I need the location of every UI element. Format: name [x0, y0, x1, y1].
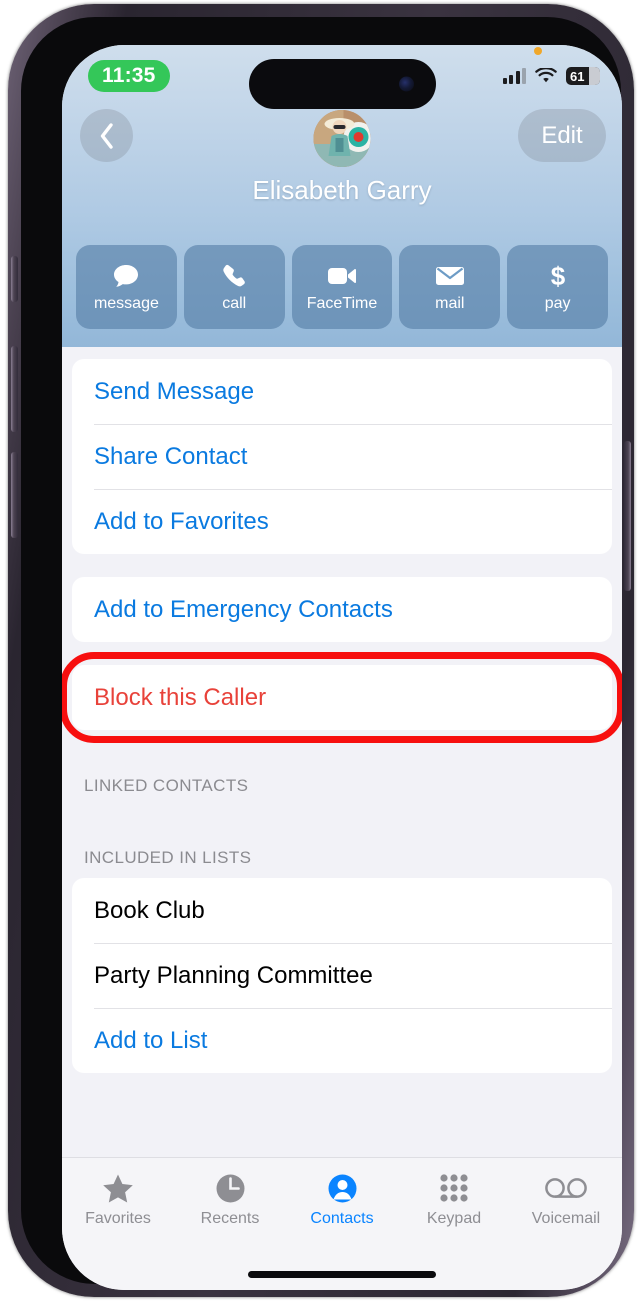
tab-keypad-label: Keypad [426, 1210, 482, 1227]
share-contact-row[interactable]: Share Contact [72, 424, 612, 489]
tab-favorites-label: Favorites [85, 1210, 151, 1227]
phone-screen: 11:35 61 Edit Elisabeth Garry message ca… [62, 45, 622, 1290]
tab-voicemail-label: Voicemail [531, 1210, 601, 1227]
phone-frame: 11:35 61 Edit Elisabeth Garry message ca… [8, 4, 634, 1297]
contact-detail-list: Send Message Share Contact Add to Favori… [62, 359, 622, 1077]
person-circle-icon [327, 1172, 358, 1204]
message-action-button[interactable]: message [76, 245, 177, 329]
included-in-lists-header: INCLUDED IN LISTS [84, 848, 252, 867]
message-bubble-icon [112, 263, 140, 289]
tab-contacts[interactable]: Contacts [286, 1172, 398, 1227]
add-to-favorites-label: Add to Favorites [94, 507, 269, 535]
action-button[interactable] [11, 256, 18, 302]
tab-keypad[interactable]: Keypad [398, 1172, 510, 1227]
status-indicators: 61 [502, 67, 600, 85]
send-message-label: Send Message [94, 377, 255, 405]
list-item-party-planning-committee[interactable]: Party Planning Committee [72, 943, 612, 1008]
video-camera-icon [327, 263, 357, 289]
facetime-action-button[interactable]: FaceTime [291, 245, 393, 329]
cellular-signal-icon [502, 68, 526, 84]
included-lists-group: Book Club Party Planning Committee Add t… [72, 878, 612, 1073]
clock-icon [215, 1172, 246, 1204]
pay-action-label: pay [544, 294, 571, 312]
share-contact-label: Share Contact [94, 442, 248, 470]
status-time: 11:35 [88, 60, 170, 92]
dynamic-island [249, 59, 436, 109]
edit-button-label: Edit [541, 121, 583, 149]
block-caller-group: Block this Caller [72, 665, 612, 730]
tab-bar: Favorites Recents Contacts Keypad Voicem… [62, 1157, 622, 1290]
block-caller-annotated-area: Block this Caller [62, 652, 622, 743]
contact-header: 11:35 61 Edit Elisabeth Garry message ca… [62, 45, 622, 347]
battery-empty-portion [589, 67, 600, 85]
tab-recents-label: Recents [200, 1210, 260, 1227]
list-item-book-club[interactable]: Book Club [72, 878, 612, 943]
phone-bezel: 11:35 61 Edit Elisabeth Garry message ca… [21, 17, 622, 1290]
navigation-row: Edit [62, 107, 622, 169]
tab-contacts-label: Contacts [310, 1210, 374, 1227]
mail-action-label: mail [435, 294, 465, 312]
linked-contacts-header: LINKED CONTACTS [84, 776, 249, 795]
add-to-list-row[interactable]: Add to List [72, 1008, 612, 1073]
keypad-grid-icon [439, 1172, 469, 1204]
avatar[interactable] [313, 110, 371, 167]
edit-button[interactable]: Edit [518, 109, 606, 162]
home-indicator[interactable] [248, 1271, 436, 1278]
wifi-icon [535, 67, 557, 84]
star-icon [102, 1172, 134, 1204]
phone-handset-icon [221, 263, 247, 289]
back-button[interactable] [80, 109, 133, 162]
block-this-caller-label: Block this Caller [94, 683, 267, 711]
battery-percent-label: 61 [570, 68, 585, 84]
battery-icon: 61 [566, 67, 600, 85]
tab-recents[interactable]: Recents [174, 1172, 286, 1227]
emergency-contacts-group: Add to Emergency Contacts [72, 577, 612, 642]
party-planning-committee-label: Party Planning Committee [94, 961, 373, 989]
power-button[interactable] [624, 441, 631, 591]
tab-favorites[interactable]: Favorites [62, 1172, 174, 1227]
chevron-left-icon [100, 122, 113, 149]
add-to-emergency-contacts-row[interactable]: Add to Emergency Contacts [72, 577, 612, 642]
add-to-favorites-row[interactable]: Add to Favorites [72, 489, 612, 554]
tab-voicemail[interactable]: Voicemail [510, 1172, 622, 1227]
volume-up-button[interactable] [11, 346, 18, 432]
send-message-row[interactable]: Send Message [72, 359, 612, 424]
book-club-label: Book Club [94, 896, 205, 924]
svg-text:$: $ [550, 262, 565, 290]
message-action-label: message [93, 294, 159, 312]
call-action-label: call [222, 294, 247, 312]
primary-actions-group: Send Message Share Contact Add to Favori… [72, 359, 612, 554]
volume-down-button[interactable] [11, 452, 18, 538]
status-bar: 11:35 61 [62, 45, 622, 109]
add-to-emergency-contacts-label: Add to Emergency Contacts [94, 595, 393, 623]
add-to-list-label: Add to List [94, 1026, 208, 1054]
facetime-action-label: FaceTime [306, 294, 378, 312]
pay-action-button[interactable]: $ pay [507, 245, 608, 329]
quick-actions-row: message call FaceTime mail $ pay [76, 245, 608, 329]
voicemail-icon [545, 1172, 587, 1204]
mail-action-button[interactable]: mail [399, 245, 501, 329]
front-camera-icon [399, 76, 414, 92]
envelope-icon [435, 263, 465, 289]
privacy-indicator-dot [534, 47, 542, 55]
contact-name: Elisabeth Garry [252, 175, 432, 205]
block-this-caller-row[interactable]: Block this Caller [72, 665, 612, 730]
dollar-sign-icon: $ [548, 262, 568, 290]
call-action-button[interactable]: call [183, 245, 285, 329]
